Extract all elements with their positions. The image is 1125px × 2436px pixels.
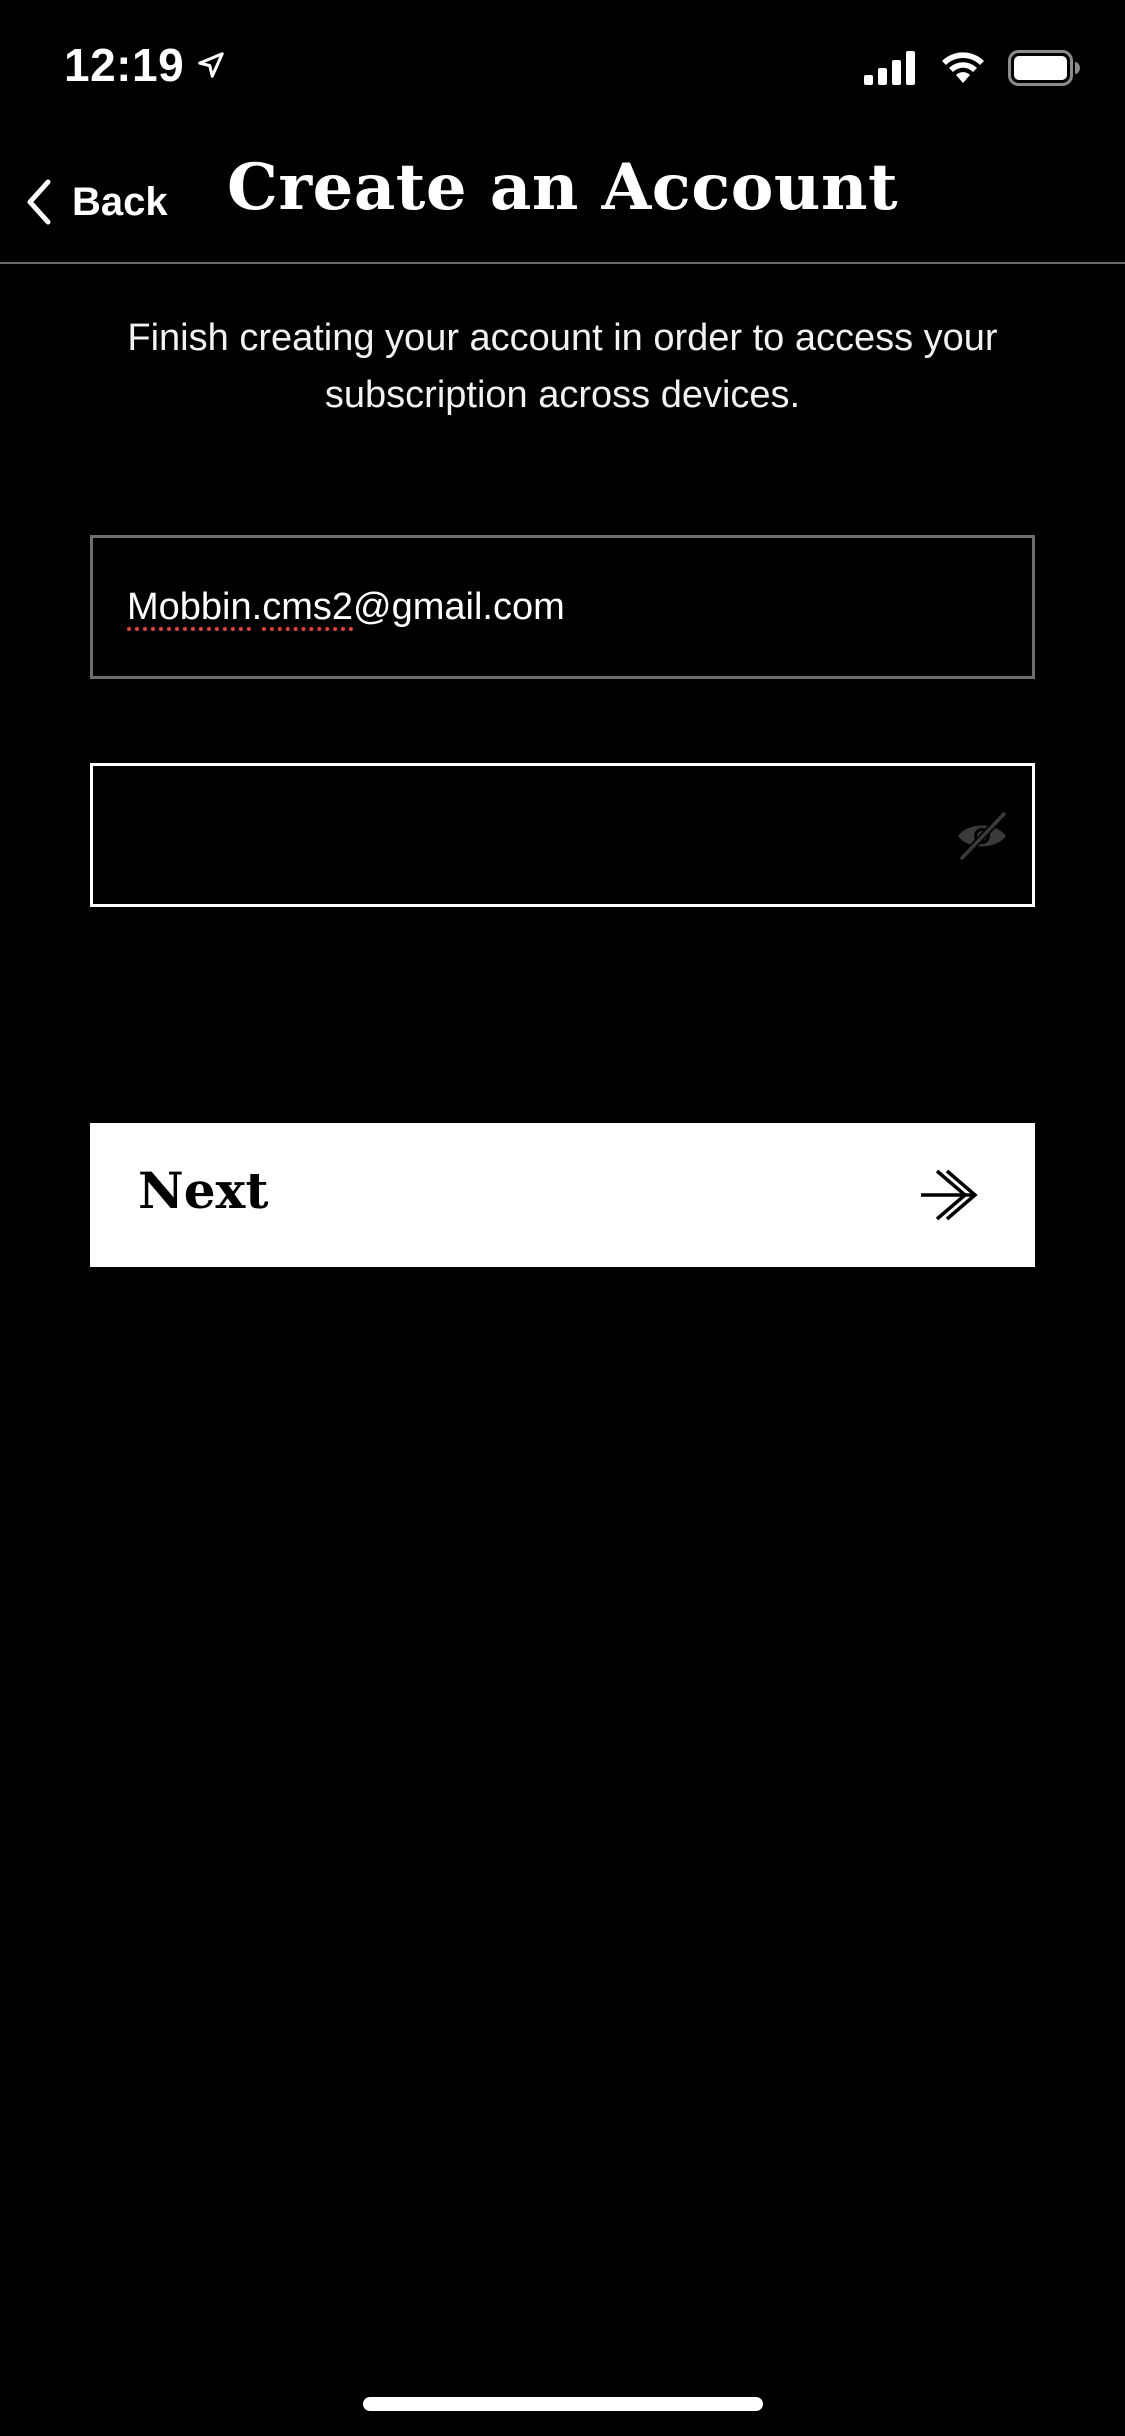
email-dot: . <box>251 586 263 628</box>
spellcheck-word: Mobbin <box>127 586 252 628</box>
status-time-text: 12:19 <box>64 39 185 91</box>
eye-slash-icon[interactable] <box>954 810 1010 862</box>
signal-icon <box>864 51 915 85</box>
email-field[interactable]: Mobbin.cms2@gmail.com <box>90 535 1035 679</box>
next-button[interactable]: Next <box>90 1123 1035 1267</box>
status-indicators <box>864 50 1080 86</box>
spellcheck-word: cms2 <box>262 586 353 628</box>
status-time: 12:19 <box>64 38 226 92</box>
page-title: Create an Account <box>226 150 899 225</box>
double-arrow-right-icon <box>921 1169 978 1221</box>
password-field[interactable] <box>90 763 1035 907</box>
subtitle-text: Finish creating your account in order to… <box>127 317 998 416</box>
status-bar: 12:19 <box>0 0 1125 140</box>
next-button-label: Next <box>138 1161 269 1220</box>
email-field-value: Mobbin.cms2@gmail.com <box>127 586 565 629</box>
location-arrow-icon <box>198 52 224 78</box>
home-indicator[interactable] <box>363 2397 763 2411</box>
battery-icon <box>1008 50 1080 86</box>
email-domain: @gmail.com <box>353 586 565 628</box>
navigation-bar: Back Create an Account <box>0 140 1125 264</box>
wifi-icon <box>942 52 984 83</box>
